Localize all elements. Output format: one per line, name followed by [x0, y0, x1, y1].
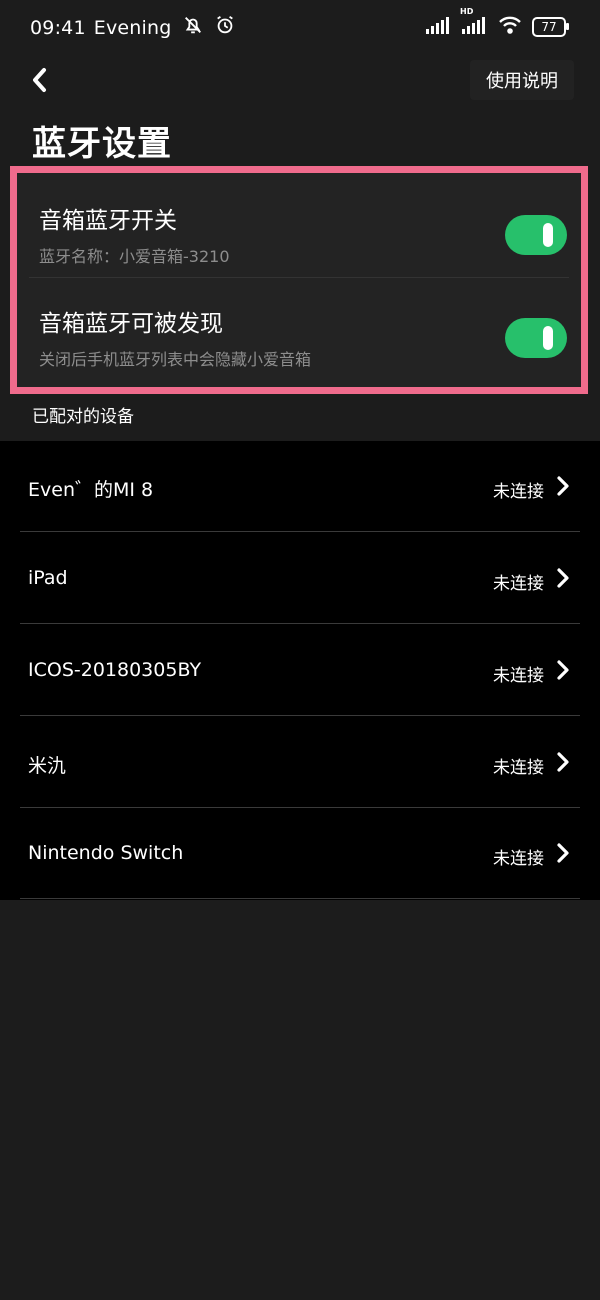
bluetooth-switch-toggle[interactable]	[505, 215, 567, 255]
battery-level: 77	[541, 20, 557, 34]
device-status: 未连接	[493, 482, 544, 502]
chevron-left-icon	[33, 68, 46, 92]
device-name: 米氿	[28, 755, 67, 777]
setting-title: 音箱蓝牙可被发现	[39, 311, 223, 337]
device-status: 未连接	[493, 574, 544, 594]
device-row[interactable]: Nintendo Switch 未连接	[20, 808, 580, 899]
wifi-icon	[498, 16, 522, 38]
chevron-right-icon	[557, 752, 569, 772]
toggle-knob	[543, 326, 553, 350]
device-name: Nintendo Switch	[28, 842, 184, 864]
setting-speaker-bluetooth-switch: 音箱蓝牙开关 蓝牙名称：小爱音箱-3210	[29, 177, 569, 278]
setting-subtitle: 关闭后手机蓝牙列表中会隐藏小爱音箱	[39, 350, 312, 369]
hd-signal-icon: HD	[460, 7, 488, 38]
back-button[interactable]	[26, 64, 56, 98]
device-row[interactable]: 米氿 未连接	[20, 717, 580, 808]
status-left: 09:41 Evening	[30, 14, 236, 41]
paired-devices-heading: 已配对的设备	[32, 407, 134, 427]
device-status: 未连接	[493, 758, 544, 778]
bluetooth-settings-group: 音箱蓝牙开关 蓝牙名称：小爱音箱-3210 音箱蓝牙可被发现 关闭后手机蓝牙列表…	[10, 166, 588, 394]
device-row[interactable]: ICOS-20180305BY 未连接	[20, 625, 580, 716]
status-label: Evening	[93, 16, 172, 39]
chevron-right-icon	[557, 843, 569, 863]
discoverable-toggle[interactable]	[505, 318, 567, 358]
paired-device-list: Even゛的MI 8 未连接 iPad 未连接 ICOS-20180305BY …	[0, 441, 600, 900]
status-right: HD 77	[426, 7, 569, 38]
alarm-icon	[214, 14, 236, 41]
setting-speaker-bluetooth-discoverable: 音箱蓝牙可被发现 关闭后手机蓝牙列表中会隐藏小爱音箱	[29, 280, 569, 380]
status-time: 09:41	[30, 16, 86, 39]
setting-title: 音箱蓝牙开关	[39, 208, 177, 234]
device-status: 未连接	[493, 849, 544, 869]
chevron-right-icon	[557, 476, 569, 496]
device-row[interactable]: iPad 未连接	[20, 533, 580, 624]
device-status: 未连接	[493, 666, 544, 686]
page-title: 蓝牙设置	[32, 124, 172, 164]
device-name: ICOS-20180305BY	[28, 659, 202, 681]
mute-bell-icon	[182, 14, 204, 41]
device-name: iPad	[28, 567, 68, 589]
device-name: Even゛的MI 8	[28, 479, 154, 501]
status-bar: 09:41 Evening HD 77	[0, 0, 600, 56]
device-row[interactable]: Even゛的MI 8 未连接	[20, 441, 580, 532]
signal-icon	[426, 16, 452, 38]
help-button[interactable]: 使用说明	[470, 60, 574, 100]
toggle-knob	[543, 223, 553, 247]
chevron-right-icon	[557, 660, 569, 680]
battery-icon: 77	[532, 17, 569, 37]
hd-badge: HD	[460, 7, 474, 16]
chevron-right-icon	[557, 568, 569, 588]
setting-subtitle: 蓝牙名称：小爱音箱-3210	[39, 247, 230, 266]
